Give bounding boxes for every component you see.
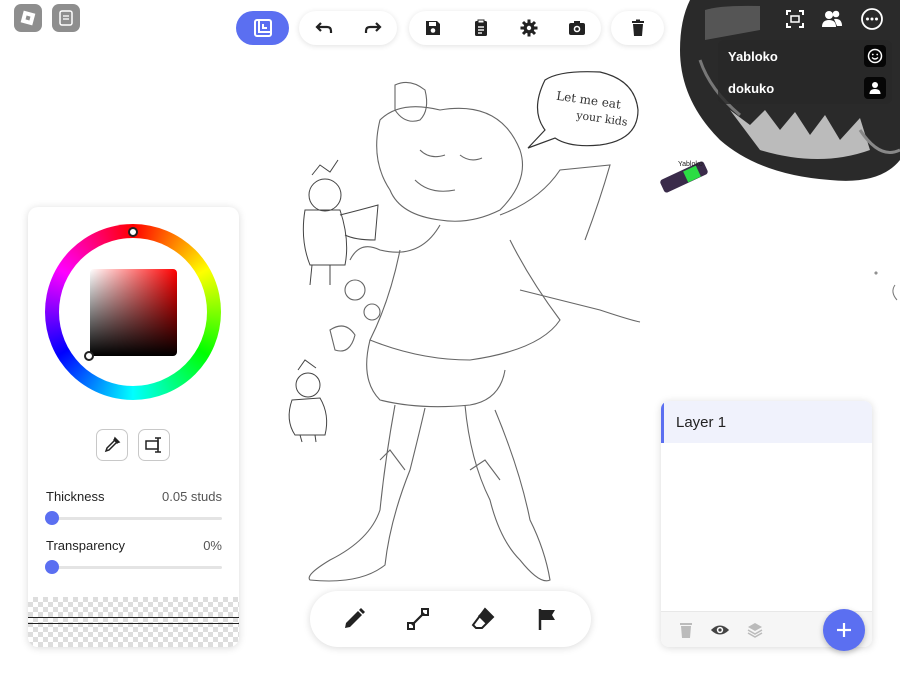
eyedropper-icon bbox=[104, 436, 121, 453]
grid-square-icon bbox=[253, 19, 272, 37]
camera-icon bbox=[569, 21, 585, 35]
players-button[interactable] bbox=[818, 5, 846, 33]
layers-icon bbox=[747, 623, 763, 638]
speech-text-2: your kids bbox=[575, 109, 629, 129]
merge-layers-button[interactable] bbox=[745, 620, 765, 640]
line-icon bbox=[407, 608, 430, 630]
shape-input-icon bbox=[145, 437, 161, 453]
transparency-slider[interactable] bbox=[45, 560, 222, 574]
person-icon bbox=[864, 77, 886, 99]
toggle-visibility-button[interactable] bbox=[710, 620, 730, 640]
transparency-slider-thumb[interactable] bbox=[45, 560, 59, 574]
hue-knob[interactable] bbox=[128, 227, 138, 237]
roblox-logo-icon bbox=[20, 10, 36, 26]
eyedropper-button[interactable] bbox=[96, 429, 128, 461]
people-icon bbox=[822, 10, 842, 27]
add-layer-button[interactable] bbox=[823, 609, 865, 651]
roblox-menu-button[interactable] bbox=[14, 4, 42, 32]
trash-icon bbox=[680, 623, 692, 638]
color-panel: Thickness 0.05 studs Transparency 0% bbox=[28, 207, 239, 647]
clipboard-button[interactable] bbox=[461, 11, 501, 45]
eye-icon bbox=[710, 625, 730, 635]
thickness-slider[interactable] bbox=[45, 511, 222, 525]
player-name: dokuko bbox=[728, 80, 775, 96]
home-button[interactable] bbox=[236, 11, 289, 45]
transparency-label: Transparency bbox=[46, 538, 125, 553]
history-toolbar bbox=[299, 11, 397, 45]
redo-icon bbox=[364, 22, 382, 33]
chibi-sketch-1 bbox=[302, 159, 379, 286]
flag-tool[interactable] bbox=[527, 599, 567, 639]
player-row[interactable]: dokuko bbox=[718, 72, 892, 104]
flag-icon bbox=[538, 609, 555, 630]
hex-input-button[interactable] bbox=[138, 429, 170, 461]
transparency-value: 0% bbox=[203, 538, 222, 553]
undo-icon bbox=[314, 22, 332, 33]
layer-name: Layer 1 bbox=[676, 413, 727, 431]
stray-marks bbox=[874, 271, 898, 301]
player-row[interactable]: Yabloko bbox=[718, 40, 892, 72]
save-icon bbox=[426, 21, 440, 35]
thickness-label: Thickness bbox=[46, 489, 105, 504]
pencil-tool[interactable] bbox=[334, 599, 374, 639]
redo-button[interactable] bbox=[353, 11, 393, 45]
plus-icon bbox=[837, 623, 851, 637]
color-knob[interactable] bbox=[84, 351, 94, 361]
smiley-icon bbox=[864, 45, 886, 67]
delete-layer-button[interactable] bbox=[676, 620, 696, 640]
screenshot-button[interactable] bbox=[557, 11, 597, 45]
speech-bubble: Let me eat your kids bbox=[527, 71, 639, 149]
pencil-icon bbox=[345, 608, 366, 628]
undo-button[interactable] bbox=[304, 11, 344, 45]
player-list: Yabloko dokuko bbox=[718, 40, 892, 104]
gear-icon bbox=[520, 19, 538, 37]
save-button[interactable] bbox=[413, 11, 453, 45]
more-icon bbox=[861, 8, 883, 30]
eraser-tool[interactable] bbox=[463, 599, 503, 639]
player-name: Yabloko bbox=[728, 48, 778, 64]
character-sketch bbox=[308, 81, 641, 582]
more-button[interactable] bbox=[858, 5, 886, 33]
tool-bar bbox=[310, 591, 591, 647]
thickness-slider-thumb[interactable] bbox=[45, 511, 59, 525]
thickness-value: 0.05 studs bbox=[162, 489, 222, 504]
eraser-icon bbox=[471, 607, 495, 629]
screen-capture-icon bbox=[786, 10, 804, 28]
clipboard-icon bbox=[475, 19, 487, 36]
speech-text-1: Let me eat bbox=[555, 89, 622, 112]
trash-icon bbox=[631, 19, 644, 36]
chibi-sketch-2 bbox=[288, 359, 328, 443]
fullscreen-button[interactable] bbox=[781, 5, 809, 33]
saturation-value-square[interactable] bbox=[90, 269, 177, 356]
chat-button[interactable] bbox=[52, 4, 80, 32]
settings-button[interactable] bbox=[509, 11, 549, 45]
clear-canvas-button[interactable] bbox=[618, 11, 658, 45]
file-toolbar bbox=[409, 11, 601, 45]
clear-toolbar bbox=[611, 11, 664, 45]
brush-preview bbox=[28, 597, 239, 647]
layer-item[interactable]: Layer 1 bbox=[661, 401, 872, 443]
remote-user-tag: Yabloko bbox=[678, 161, 703, 168]
chat-icon bbox=[59, 10, 73, 26]
remote-brush: Yabloko bbox=[660, 161, 708, 193]
line-tool[interactable] bbox=[398, 599, 438, 639]
